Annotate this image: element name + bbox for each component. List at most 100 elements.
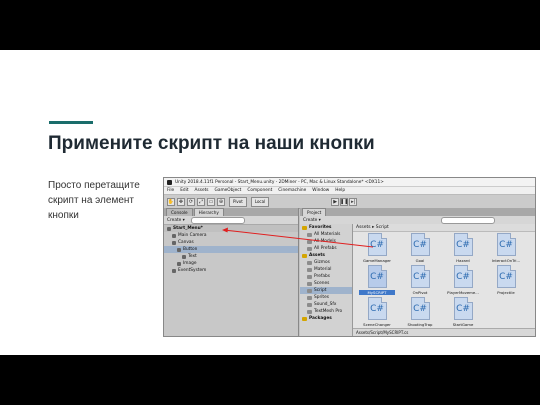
hierarchy-item[interactable]: Button xyxy=(164,246,298,253)
folder-icon xyxy=(307,246,312,251)
hierarchy-item-label: Text xyxy=(188,254,197,259)
hierarchy-item[interactable]: Start_Menu* xyxy=(164,225,298,232)
hierarchy-item-label: Canvas xyxy=(178,240,194,245)
csharp-script-icon: C# xyxy=(367,265,387,288)
asset-item[interactable]: C# MySCRIPT xyxy=(359,265,395,295)
asset-item-label: OnPivot xyxy=(412,290,428,295)
folder-item[interactable]: TextMesh Pro xyxy=(300,308,352,315)
tab-console[interactable]: Console xyxy=(166,208,193,216)
csharp-script-icon: C# xyxy=(410,297,430,320)
step-icon[interactable]: ▸| xyxy=(349,197,358,206)
folder-item[interactable]: Packages xyxy=(300,315,352,322)
gameobject-icon xyxy=(172,240,176,245)
asset-item[interactable]: C# PlayerMoveme... xyxy=(445,265,481,295)
hierarchy-create-button[interactable]: Create ▾ xyxy=(167,218,185,223)
asset-item[interactable]: C# SceneChanger xyxy=(359,297,395,327)
folder-icon xyxy=(307,232,312,237)
menu-file[interactable]: File xyxy=(167,188,174,193)
folder-item-label: Material xyxy=(314,267,332,272)
menu-cinemachine[interactable]: Cinemachine xyxy=(278,188,306,193)
hierarchy-item-label: EventSystem xyxy=(178,268,207,273)
asset-browser: Assets ▸ Script C# GameManager C# Goal C# Haz… xyxy=(353,224,535,336)
asset-item[interactable]: C# OnPivot xyxy=(402,265,438,295)
unity-toolbar: ✋ ✥ ⟳ ⤢ ▭ ⊕ Pivot Local ▶ ❚❚ ▸| xyxy=(164,195,535,209)
folder-item[interactable]: All Materials xyxy=(300,231,352,238)
hierarchy-item[interactable]: Image xyxy=(164,260,298,267)
scene-icon xyxy=(167,226,171,231)
hierarchy-tree: Start_Menu* Main Camera Canvas Button Text Im… xyxy=(164,225,298,274)
asset-item[interactable]: C# Hazard xyxy=(445,233,481,263)
hierarchy-item[interactable]: Text xyxy=(164,253,298,260)
folder-item[interactable]: Material xyxy=(300,266,352,273)
move-tool-icon[interactable]: ✥ xyxy=(177,197,185,206)
menu-gameobject[interactable]: GameObject xyxy=(215,188,242,193)
hierarchy-item-label: Main Camera xyxy=(178,233,207,238)
project-search-input[interactable] xyxy=(440,216,495,224)
csharp-script-icon: C# xyxy=(367,297,387,320)
folder-item-label: All Prefabs xyxy=(314,246,337,251)
csharp-script-icon: C# xyxy=(496,265,516,288)
unity-logo-icon xyxy=(167,179,172,185)
folder-item-label: Sprites xyxy=(314,295,329,300)
asset-item-label: Hazard xyxy=(456,258,470,263)
folder-item[interactable]: All Models xyxy=(300,238,352,245)
unity-titlebar: Unity 2018.4.11f1 Personal - Start_Menu.… xyxy=(164,178,535,187)
asset-item[interactable]: C# GameManager xyxy=(359,233,395,263)
menu-edit[interactable]: Edit xyxy=(180,188,188,193)
rect-tool-icon[interactable]: ▭ xyxy=(207,197,215,206)
rotate-tool-icon[interactable]: ⟳ xyxy=(187,197,195,206)
asset-item[interactable]: C# ShootingTrap xyxy=(402,297,438,327)
project-create-button[interactable]: Create ▾ xyxy=(303,218,321,223)
tab-project[interactable]: Project xyxy=(302,208,327,216)
folder-item-label: Favorites xyxy=(309,225,332,230)
hierarchy-search-input[interactable] xyxy=(190,216,245,224)
folder-item[interactable]: Scenes xyxy=(300,280,352,287)
asset-item-label: MySCRIPT xyxy=(359,290,395,295)
csharp-script-icon: C# xyxy=(453,297,473,320)
asset-item-label: InteractOnTri... xyxy=(491,258,521,263)
asset-item[interactable]: C# StartGame xyxy=(445,297,481,327)
asset-item-label: GameManager xyxy=(363,258,391,263)
asset-item-label: StartGame xyxy=(452,322,474,327)
menu-help[interactable]: Help xyxy=(335,188,345,193)
tab-hierarchy[interactable]: Hierarchy xyxy=(193,208,224,216)
folder-item[interactable]: Prefabs xyxy=(300,273,352,280)
menu-window[interactable]: Window xyxy=(312,188,329,193)
folder-item[interactable]: Sound_Sfx xyxy=(300,301,352,308)
unity-editor-screenshot: Unity 2018.4.11f1 Personal - Start_Menu.… xyxy=(163,177,536,337)
folder-item-label: All Materials xyxy=(314,232,341,237)
folder-icon xyxy=(307,295,312,300)
folder-item[interactable]: Assets xyxy=(300,252,352,259)
folder-item[interactable]: Gizmos xyxy=(300,259,352,266)
hand-tool-icon[interactable]: ✋ xyxy=(167,197,175,206)
asset-item[interactable]: C# Projectile xyxy=(488,265,524,295)
asset-item[interactable]: C# InteractOnTri... xyxy=(488,233,524,263)
hierarchy-item[interactable]: Main Camera xyxy=(164,232,298,239)
transform-tool-icon[interactable]: ⊕ xyxy=(217,197,225,206)
folder-item[interactable]: Favorites xyxy=(300,224,352,231)
folder-icon xyxy=(307,302,312,307)
scale-tool-icon[interactable]: ⤢ xyxy=(197,197,205,206)
menu-assets[interactable]: Assets xyxy=(195,188,209,193)
asset-item[interactable]: C# Goal xyxy=(402,233,438,263)
play-icon[interactable]: ▶ xyxy=(331,197,340,206)
folder-icon xyxy=(307,309,312,314)
pivot-toggle[interactable]: Pivot xyxy=(229,196,247,207)
folder-item-label: Script xyxy=(314,288,327,293)
asset-item-label: Projectile xyxy=(497,290,515,295)
local-toggle[interactable]: Local xyxy=(250,196,270,207)
folder-item[interactable]: Sprites xyxy=(300,294,352,301)
pause-icon[interactable]: ❚❚ xyxy=(340,197,348,206)
folder-item-label: Sound_Sfx xyxy=(314,302,337,307)
hierarchy-item[interactable]: Canvas xyxy=(164,239,298,246)
window-title: Unity 2018.4.11f1 Personal - Start_Menu.… xyxy=(175,179,384,185)
hierarchy-item[interactable]: EventSystem xyxy=(164,267,298,274)
asset-item-label: Goal xyxy=(415,258,425,263)
folder-item[interactable]: Script xyxy=(300,287,352,294)
menu-component[interactable]: Component xyxy=(247,188,272,193)
folder-item[interactable]: All Prefabs xyxy=(300,245,352,252)
hierarchy-item-label: Start_Menu* xyxy=(173,226,203,231)
hierarchy-item-label: Button xyxy=(183,247,198,252)
gameobject-icon xyxy=(172,268,176,273)
csharp-script-icon: C# xyxy=(410,265,430,288)
